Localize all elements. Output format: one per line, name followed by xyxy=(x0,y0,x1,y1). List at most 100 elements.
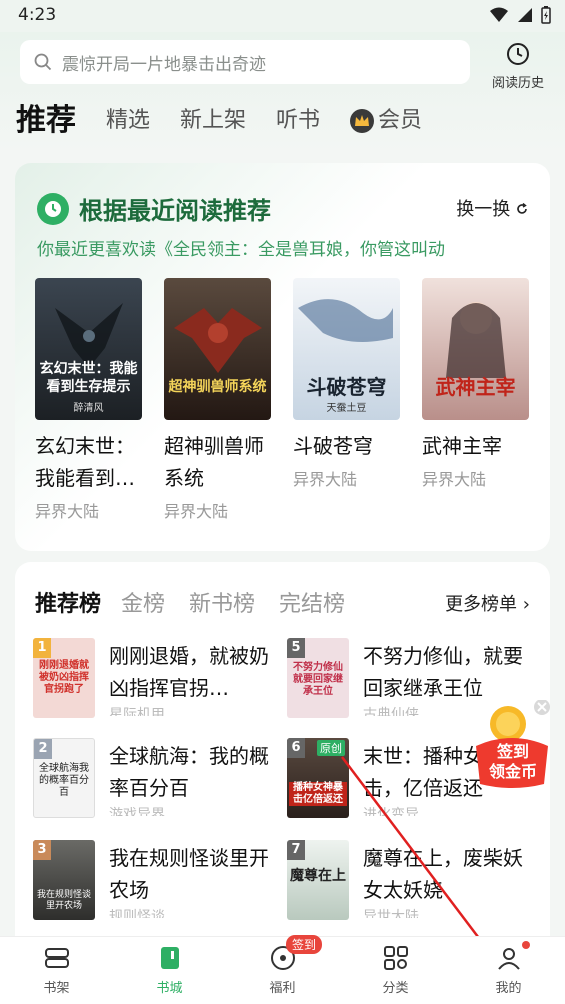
nav-bookshelf[interactable]: 书架 xyxy=(0,937,113,1004)
battery-icon xyxy=(541,6,551,24)
sign-in-label: 签到 xyxy=(496,742,529,761)
ranking-title: 刚刚退婚，就被奶凶指挥官拐… xyxy=(109,644,269,700)
search-input[interactable]: 震惊开局一片地暴击出奇迹 xyxy=(20,40,470,84)
tab-gold-rank[interactable]: 金榜 xyxy=(121,586,165,618)
cover-art xyxy=(174,308,262,373)
more-rankings-label: 更多榜单 xyxy=(445,594,518,615)
nav-categories[interactable]: 分类 xyxy=(339,937,452,1004)
reading-history-button[interactable]: 阅读历史 xyxy=(486,42,550,91)
ranking-item[interactable]: 魔尊在上 7 魔尊在上，废柴妖女太妖娆 异世大陆 xyxy=(287,840,537,930)
book-category: 异界大陆 xyxy=(422,470,487,489)
tab-recommend-rank[interactable]: 推荐榜 xyxy=(35,586,101,618)
ranking-card: 推荐榜 金榜 新书榜 完结榜 更多榜单 › 刚刚退婚就被奶凶指挥官拐跑了 1 刚… xyxy=(15,562,550,942)
rank-number: 3 xyxy=(33,840,51,860)
ranking-item[interactable]: 我在规则怪谈里开农场 3 我在规则怪谈里开农场 规则怪谈 xyxy=(33,840,283,930)
book-category: 异界大陆 xyxy=(164,502,229,521)
bookshelf-icon xyxy=(44,948,69,968)
nav-bookstore-label: 书城 xyxy=(156,981,183,996)
original-tag: 原创 xyxy=(317,740,345,756)
nav-benefits[interactable]: 福利 签到 xyxy=(226,935,339,1004)
tab-new-book-rank[interactable]: 新书榜 xyxy=(189,586,255,618)
ranking-category: 游戏异界 xyxy=(109,807,165,816)
tab-audiobooks[interactable]: 听书 xyxy=(276,102,320,140)
ranking-cover-text: 我在规则怪谈里开农场 xyxy=(36,890,91,911)
cover-title: 超神驯兽师系统 xyxy=(168,379,267,395)
refresh-label: 换一换 xyxy=(456,199,511,220)
recommended-books: 玄幻末世：我能看到生存提示 醉清风 玄幻末世：我能看到… 异界大陆 超神驯兽师系… xyxy=(35,278,551,522)
book-title: 武神主宰 xyxy=(422,434,502,458)
recommend-header: 根据最近阅读推荐 xyxy=(37,191,271,226)
wifi-icon xyxy=(490,7,508,22)
clock-icon xyxy=(507,43,529,65)
book-cover: 斗破苍穹 天蚕土豆 xyxy=(293,278,400,420)
book-category: 异界大陆 xyxy=(35,502,100,521)
nav-categories-label: 分类 xyxy=(382,981,409,996)
sign-in-badge: 签到 xyxy=(286,935,323,954)
status-bar: 4:23 xyxy=(0,0,565,32)
ranking-item[interactable]: 刚刚退婚就被奶凶指挥官拐跑了 1 刚刚退婚，就被奶凶指挥官拐… 星际机甲 xyxy=(33,638,283,728)
book-cover: 超神驯兽师系统 xyxy=(164,278,271,420)
collect-coins-label: 领金币 xyxy=(488,762,537,781)
search-placeholder: 震惊开局一片地暴击出奇迹 xyxy=(62,54,266,75)
cover-title: 斗破苍穹 xyxy=(306,375,387,399)
recommend-title: 根据最近阅读推荐 xyxy=(79,197,271,225)
rank-number: 1 xyxy=(33,638,51,658)
categories-icon xyxy=(383,946,408,970)
sign-in-coins-float-button[interactable]: 签到 领金币 xyxy=(472,699,552,790)
ranking-category: 异世大陆 xyxy=(363,909,419,918)
recent-reading-recommendation-card: 根据最近阅读推荐 换一换 你最近更喜欢读《全民领主：全是兽耳娘，你管这叫动 玄幻… xyxy=(15,163,550,551)
nav-benefits-label: 福利 xyxy=(269,981,296,996)
notification-dot xyxy=(522,941,530,949)
reading-history-label: 阅读历史 xyxy=(491,76,544,91)
ranking-cover: 刚刚退婚就被奶凶指挥官拐跑了 1 xyxy=(33,638,95,718)
tab-featured[interactable]: 精选 xyxy=(106,102,150,140)
ranking-title: 我在规则怪谈里开农场 xyxy=(109,846,269,902)
ranking-cover: 播种女神暴击亿倍返还 6 原创 xyxy=(287,738,349,818)
book-category: 异界大陆 xyxy=(293,470,358,489)
ranking-tabs: 推荐榜 金榜 新书榜 完结榜 xyxy=(35,586,369,618)
book-item[interactable]: 超神驯兽师系统 超神驯兽师系统 异界大陆 xyxy=(164,278,293,522)
rank-number: 7 xyxy=(287,840,305,860)
book-title: 斗破苍穹 xyxy=(293,434,373,458)
book-cover: 玄幻末世：我能看到生存提示 醉清风 xyxy=(35,278,142,420)
tab-recommend[interactable]: 推荐 xyxy=(16,102,76,140)
nav-profile[interactable]: 我的 xyxy=(452,937,565,1004)
bottom-navigation: 书架 书城 福利 签到 分类 我的 xyxy=(0,935,565,1004)
ranking-cover-text: 全球航海我的概率百分百 xyxy=(39,763,89,798)
book-item[interactable]: 玄幻末世：我能看到生存提示 醉清风 玄幻末世：我能看到… 异界大陆 xyxy=(35,278,164,522)
ranking-title: 不努力修仙，就要回家继承王位 xyxy=(363,644,523,700)
cover-title: 玄幻末世：我能看到生存提示 xyxy=(39,361,138,395)
rank-number: 6 xyxy=(287,738,305,758)
ranking-item[interactable]: 全球航海我的概率百分百 2 全球航海：我的概率百分百 游戏异界 xyxy=(33,738,283,828)
rank-number: 5 xyxy=(287,638,305,658)
ranking-category: 星际机甲 xyxy=(109,707,165,716)
more-rankings-link[interactable]: 更多榜单 › xyxy=(435,590,530,616)
refresh-button[interactable]: 换一换 xyxy=(456,195,528,221)
ranking-cover: 魔尊在上 7 xyxy=(287,840,349,920)
book-item[interactable]: 武神主宰 武神主宰 异界大陆 xyxy=(422,278,551,522)
ranking-cover-text: 播种女神暴击亿倍返还 xyxy=(289,782,347,806)
tab-vip[interactable]: 会员 xyxy=(350,102,422,140)
cover-author: 天蚕土豆 xyxy=(326,403,367,414)
book-title: 玄幻末世：我能看到… xyxy=(35,434,135,490)
book-item[interactable]: 斗破苍穹 天蚕土豆 斗破苍穹 异界大陆 xyxy=(293,278,422,522)
nav-bookstore[interactable]: 书城 xyxy=(113,937,226,1004)
ranking-cover-text: 不努力修仙就要回家继承王位 xyxy=(293,662,343,697)
tab-completed-rank[interactable]: 完结榜 xyxy=(279,586,345,618)
profile-icon xyxy=(497,948,520,970)
crown-icon xyxy=(350,109,375,133)
refresh-icon xyxy=(517,202,527,214)
tab-vip-label: 会员 xyxy=(378,108,423,133)
ranking-cover: 全球航海我的概率百分百 2 xyxy=(33,738,95,818)
recommend-subtitle: 你最近更喜欢读《全民领主：全是兽耳娘，你管这叫动 xyxy=(37,240,445,260)
signal-icon xyxy=(518,8,532,22)
cover-title: 武神主宰 xyxy=(435,375,516,399)
nav-profile-label: 我的 xyxy=(495,981,522,996)
search-icon xyxy=(34,53,52,71)
ranking-category: 古典仙侠 xyxy=(363,707,419,716)
tab-new-arrivals[interactable]: 新上架 xyxy=(180,102,246,140)
book-cover: 武神主宰 xyxy=(422,278,529,420)
cover-author: 醉清风 xyxy=(73,403,104,414)
clock-badge-icon xyxy=(37,192,69,225)
ranking-cover: 我在规则怪谈里开农场 3 xyxy=(33,840,95,920)
